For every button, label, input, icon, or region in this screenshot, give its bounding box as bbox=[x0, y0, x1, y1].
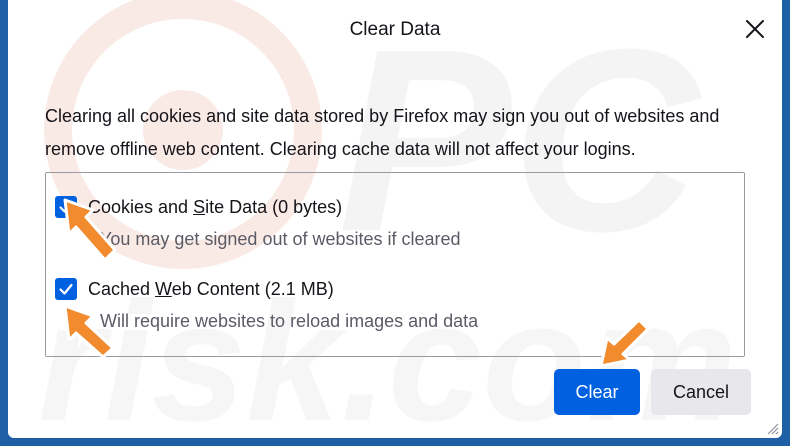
resize-grip-icon[interactable] bbox=[765, 421, 779, 435]
dialog-title: Clear Data bbox=[349, 19, 441, 40]
clear-button[interactable]: Clear bbox=[554, 369, 640, 415]
option-cache[interactable]: Cached Web Content (2.1 MB) bbox=[46, 278, 334, 300]
cache-checkbox[interactable] bbox=[55, 278, 77, 300]
dialog-description: Clearing all cookies and site data store… bbox=[45, 106, 720, 159]
close-icon bbox=[746, 20, 764, 38]
cache-label[interactable]: Cached Web Content (2.1 MB) bbox=[88, 279, 334, 300]
cookies-checkbox[interactable] bbox=[55, 196, 77, 218]
checkmark-icon bbox=[59, 283, 73, 295]
clear-data-dialog: PC risk.com Clear Data Clearing all cook… bbox=[8, 0, 782, 438]
cookies-sublabel: You may get signed out of websites if cl… bbox=[100, 229, 461, 249]
checkmark-icon bbox=[59, 201, 73, 213]
option-cookies[interactable]: Cookies and Site Data (0 bytes) bbox=[46, 196, 342, 218]
cancel-button[interactable]: Cancel bbox=[651, 369, 751, 415]
cookies-label[interactable]: Cookies and Site Data (0 bytes) bbox=[88, 197, 342, 218]
options-group: Cookies and Site Data (0 bytes) You may … bbox=[45, 172, 745, 357]
title-bar: Clear Data bbox=[8, 0, 782, 60]
close-button[interactable] bbox=[740, 14, 770, 44]
cache-sublabel: Will require websites to reload images a… bbox=[100, 311, 479, 331]
